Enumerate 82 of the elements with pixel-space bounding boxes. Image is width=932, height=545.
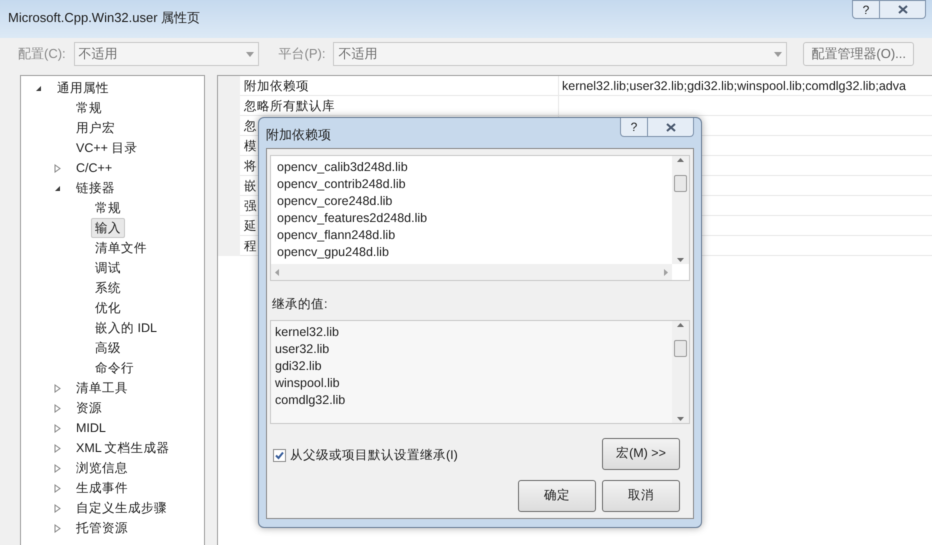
- list-item[interactable]: opencv_features2d248d.lib: [277, 210, 672, 227]
- expanded-caret-icon[interactable]: [54, 184, 61, 192]
- list-item: comdlg32.lib: [275, 392, 346, 409]
- ok-button[interactable]: 确定: [518, 480, 596, 512]
- help-button[interactable]: ?: [852, 0, 880, 19]
- tree-item[interactable]: 命令行: [91, 358, 138, 378]
- tree-item[interactable]: 输入: [91, 218, 125, 238]
- tree-item[interactable]: XML 文档生成器: [72, 438, 174, 458]
- collapsed-caret-icon[interactable]: [54, 524, 61, 532]
- scroll-up-icon[interactable]: [677, 158, 684, 162]
- tree-item[interactable]: 生成事件: [72, 478, 132, 498]
- scroll-down-icon[interactable]: [677, 258, 684, 262]
- checkmark-icon: [275, 450, 284, 460]
- list-item: winspool.lib: [275, 374, 341, 392]
- tree-item[interactable]: 常规: [91, 198, 125, 218]
- list-item: kernel32.lib: [275, 324, 340, 341]
- window-title: Microsoft.Cpp.Win32.user 属性页: [8, 9, 200, 27]
- macro-button[interactable]: 宏(M) >>: [602, 438, 680, 470]
- close-button[interactable]: [880, 0, 926, 19]
- tree-item[interactable]: VC++ 目录: [72, 138, 142, 158]
- scroll-down-icon[interactable]: [677, 416, 684, 421]
- help-button[interactable]: ?: [620, 118, 648, 137]
- config-manager-button[interactable]: 配置管理器(O)...: [803, 42, 914, 66]
- cancel-button[interactable]: 取消: [602, 480, 680, 512]
- tree-item[interactable]: 优化: [91, 298, 125, 318]
- tree-item[interactable]: MIDL: [72, 418, 110, 438]
- close-icon: [898, 5, 908, 14]
- collapsed-caret-icon[interactable]: [54, 444, 61, 452]
- platform-dropdown[interactable]: 不适用: [333, 42, 788, 66]
- config-label: 配置(C):: [18, 45, 66, 64]
- scroll-right-icon[interactable]: [664, 268, 668, 276]
- tree-item[interactable]: 清单文件: [91, 238, 151, 258]
- tree-item[interactable]: 高级: [91, 338, 125, 358]
- inherited-label: 继承的值:: [272, 296, 328, 313]
- close-icon: [666, 122, 676, 132]
- vertical-scrollbar[interactable]: [672, 156, 689, 264]
- scroll-up-icon[interactable]: [677, 322, 684, 327]
- scroll-thumb[interactable]: [674, 175, 687, 192]
- scroll-thumb[interactable]: [674, 340, 687, 357]
- collapsed-caret-icon[interactable]: [54, 404, 61, 412]
- list-item[interactable]: opencv_calib3d248d.lib: [277, 159, 672, 176]
- tree-item[interactable]: 调试: [91, 258, 125, 278]
- property-name[interactable]: 忽略所有默认库: [240, 96, 558, 115]
- list-item[interactable]: opencv_flann248d.lib: [277, 227, 672, 244]
- config-dropdown[interactable]: 不适用: [74, 42, 259, 66]
- tree-item[interactable]: 自定义生成步骤: [72, 498, 171, 518]
- dropdown-arrow-icon: [246, 52, 254, 56]
- tree-item[interactable]: 清单工具: [72, 378, 132, 398]
- property-value[interactable]: kernel32.lib;user32.lib;gdi32.lib;winspool.lib;comdlg32.lib;adva: [558, 76, 932, 95]
- platform-label: 平台(P):: [278, 45, 326, 64]
- tree-item[interactable]: 托管资源: [72, 518, 132, 538]
- collapsed-caret-icon[interactable]: [54, 384, 61, 392]
- vertical-scrollbar[interactable]: [672, 320, 689, 423]
- list-item: user32.lib: [275, 340, 330, 358]
- tree-item[interactable]: 浏览信息: [72, 458, 132, 478]
- collapsed-caret-icon[interactable]: [54, 464, 61, 472]
- tree-item[interactable]: 系统: [91, 278, 125, 298]
- inherit-checkbox[interactable]: [273, 448, 286, 462]
- property-name[interactable]: 附加依赖项: [240, 76, 558, 95]
- collapsed-caret-icon[interactable]: [54, 164, 61, 172]
- collapsed-caret-icon[interactable]: [54, 504, 61, 512]
- list-item: gdi32.lib: [275, 358, 323, 375]
- close-button[interactable]: [648, 118, 694, 137]
- inherit-checkbox-label[interactable]: 从父级或项目默认设置继承(I): [290, 446, 458, 464]
- dependencies-list[interactable]: opencv_calib3d248d.lib opencv_contrib248d.lib opencv_core248d.lib opencv_features2d248d.lib opencv_flann248d.lib opencv_gpu248d.lib: [270, 155, 690, 281]
- expanded-caret-icon[interactable]: [35, 84, 42, 92]
- tree-item[interactable]: 嵌入的 IDL: [91, 318, 161, 338]
- scroll-left-icon[interactable]: [275, 268, 279, 276]
- tree-item[interactable]: 通用属性: [53, 78, 113, 98]
- list-item[interactable]: opencv_contrib248d.lib: [277, 176, 672, 193]
- tree-item[interactable]: 链接器: [72, 178, 119, 198]
- tree-item[interactable]: C/C++: [72, 158, 116, 178]
- collapsed-caret-icon[interactable]: [54, 484, 61, 492]
- dropdown-arrow-icon: [774, 52, 782, 56]
- tree-item[interactable]: 资源: [72, 398, 106, 418]
- tree-item[interactable]: 用户宏: [72, 118, 119, 138]
- tree-item[interactable]: 常规: [72, 98, 106, 118]
- dialog-title: 附加依赖项: [266, 126, 331, 144]
- list-item[interactable]: opencv_core248d.lib: [277, 193, 672, 210]
- collapsed-caret-icon[interactable]: [54, 424, 61, 432]
- horizontal-scrollbar[interactable]: [271, 264, 672, 280]
- list-item[interactable]: opencv_gpu248d.lib: [277, 244, 672, 261]
